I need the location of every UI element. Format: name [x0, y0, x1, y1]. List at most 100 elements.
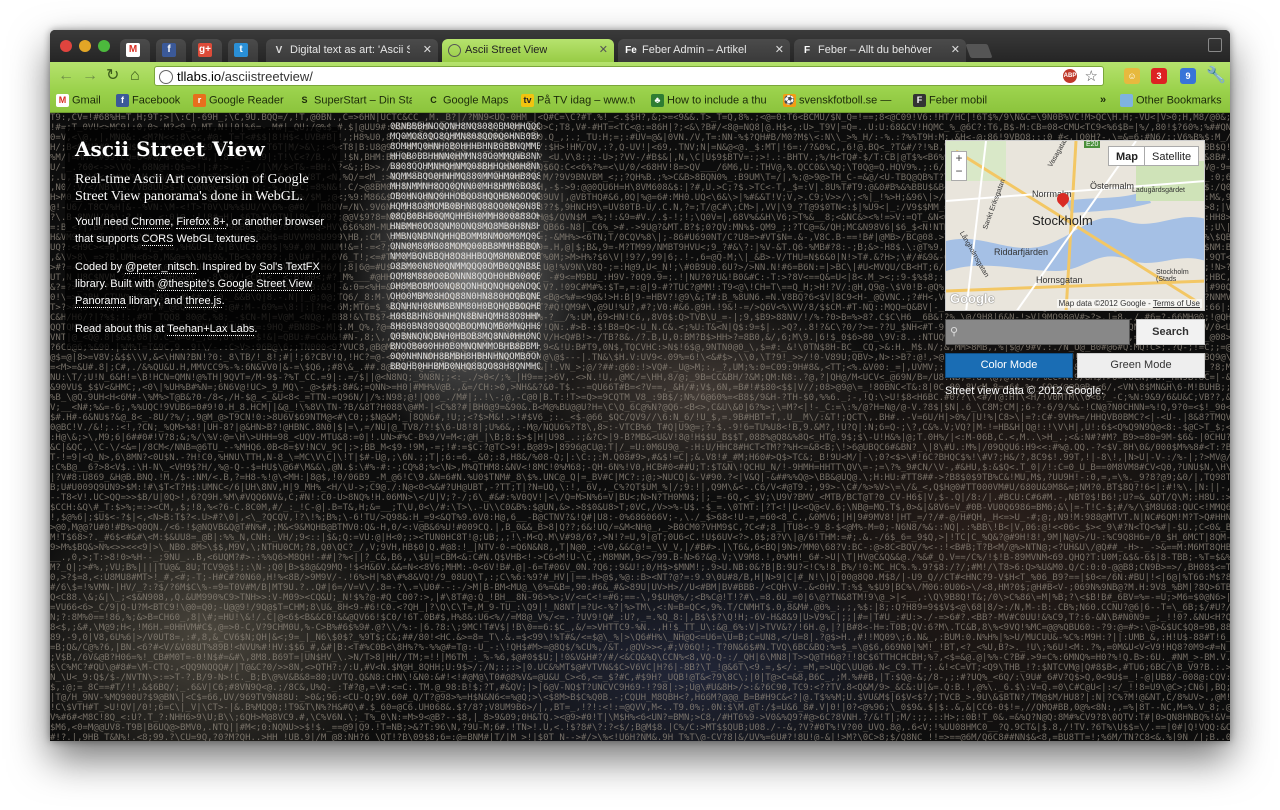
page-subtitle: Real-time Ascii Art conversion of Google…	[75, 172, 309, 204]
location-search[interactable]: ⚲	[945, 319, 1130, 345]
close-window-icon[interactable]	[60, 40, 72, 52]
tab-ascii-street-view[interactable]: Ascii Street View ✕	[442, 39, 614, 62]
map-label: Riddarfjärden	[994, 247, 1049, 257]
map-label: Östermalm	[1090, 181, 1135, 191]
bookmark-how-to-include[interactable]: ♣ How to include a thu	[651, 94, 769, 107]
forward-icon[interactable]: →	[82, 66, 98, 86]
map-type-satellite-button[interactable]: Satellite	[1144, 146, 1200, 166]
gmail-checker-icon[interactable]: 3	[1151, 68, 1167, 84]
star-icon[interactable]: ☆	[1085, 67, 1098, 85]
bookmark-feber-mobil[interactable]: F Feber mobil	[913, 94, 993, 107]
read-about-text: Read about this at Teehan+Lax Labs.	[75, 323, 258, 336]
bookmark-pa-tv-idag[interactable]: tv På TV idag – www.tv	[521, 94, 635, 107]
cors-link[interactable]: CORS	[141, 233, 174, 246]
credits-text: Coded by @peter_nitsch. Inspired by Sol'…	[75, 261, 320, 308]
map-label: Ladugårdsgärdet	[1132, 187, 1185, 194]
bookmark-superstart[interactable]: S SuperStart – Din Star	[298, 94, 412, 107]
extension-icon[interactable]: ☺	[1124, 68, 1140, 84]
football-icon: ⚽	[783, 94, 796, 107]
feber-icon: F	[913, 94, 926, 107]
minimize-window-icon[interactable]	[79, 40, 91, 52]
tab-title: Digital text as art: 'Ascii Stre	[290, 44, 410, 56]
firefox-link[interactable]: Firefox 8+	[176, 216, 226, 229]
street-view-credit: Street view data © 2012 Google.	[945, 385, 1105, 397]
calendar-icon[interactable]: 9	[1180, 68, 1196, 84]
bookmark-svenskfotboll[interactable]: ⚽ svenskfotboll.se —	[783, 94, 899, 107]
mini-map[interactable]: + − Map Satellite Norrmalm Östermalm Ladu…	[945, 140, 1205, 311]
close-icon[interactable]: ✕	[423, 39, 432, 62]
tab-twitter[interactable]: t	[228, 39, 258, 62]
requirements-text: You'll need Chrome, Firefox 8+, or anoth…	[75, 216, 325, 246]
globe-icon	[448, 44, 461, 57]
close-icon[interactable]: ✕	[599, 39, 608, 62]
bookmark-gmail[interactable]: M Gmail	[56, 94, 112, 107]
tab-title: Feber – Allt du behöver	[818, 44, 932, 56]
tree-icon: ♣	[651, 94, 664, 107]
map-type-map-button[interactable]: Map	[1108, 146, 1146, 166]
reload-icon[interactable]: ↻	[106, 66, 119, 86]
bookmark-google-maps[interactable]: C Google Maps	[427, 94, 513, 107]
google-plus-icon: g+	[198, 43, 212, 58]
bookmark-google-reader[interactable]: r Google Reader	[193, 94, 293, 107]
facebook-icon: f	[162, 43, 176, 58]
wrench-icon[interactable]: 🔧	[1206, 66, 1226, 86]
fullscreen-icon[interactable]	[1208, 38, 1222, 52]
browser-window: M f g+ t V Digital text as art: 'Ascii St…	[50, 30, 1230, 741]
page-title: Ascii Street View	[75, 137, 265, 161]
globe-icon	[159, 70, 173, 84]
url-text: tllabs.io/asciistreetview/	[177, 69, 313, 84]
f-icon: F	[803, 44, 811, 56]
author-link[interactable]: @peter_nitsch	[125, 261, 197, 274]
google-logo[interactable]: Google	[950, 291, 995, 306]
search-input[interactable]	[946, 320, 1129, 344]
tab-gmail[interactable]: M	[120, 39, 150, 62]
info-panel: Ascii Street View Real-time Ascii Art co…	[65, 127, 340, 349]
textfx-link[interactable]: Sol's TextFX	[259, 261, 320, 274]
search-button[interactable]: Search	[1136, 319, 1205, 345]
back-icon[interactable]: ←	[58, 66, 74, 86]
map-label: E20	[1084, 141, 1101, 148]
map-label: Hornsgatan	[1036, 275, 1083, 285]
bookmarks-bar: M Gmail f Facebook r Google Reader S SuperSt…	[50, 90, 1230, 113]
labs-link[interactable]: Teehan+Lax Labs	[167, 323, 255, 336]
tv-icon: tv	[521, 94, 534, 107]
terms-of-use-link[interactable]: Terms of Use	[1153, 299, 1200, 308]
facebook-icon: f	[116, 94, 129, 107]
gmail-icon: M	[126, 43, 140, 58]
tab-title: Ascii Street View	[465, 44, 548, 56]
toolbar: ← → ↻ ⌂ tllabs.io/asciistreetview/ ABP ☆…	[50, 62, 1230, 90]
address-bar[interactable]: tllabs.io/asciistreetview/ ABP ☆	[154, 66, 1104, 86]
green-mode-button[interactable]: Green Mode	[1077, 353, 1205, 378]
threejs-link[interactable]: three.js	[185, 295, 222, 308]
street-view-canvas[interactable]: T9:,CV=!#68%H=T,H;9T;>|\:C|-69H_;\C,9U.B…	[50, 113, 1230, 741]
bookmark-facebook[interactable]: f Facebook	[116, 94, 186, 107]
tab-title: Feber Admin – Artikel	[642, 44, 747, 56]
home-icon[interactable]: ⌂	[130, 66, 140, 86]
reader-icon: r	[193, 94, 206, 107]
tab-feber-admin[interactable]: Fe Feber Admin – Artikel ✕	[618, 39, 790, 62]
map-label: Stockholm (Stads	[1156, 269, 1189, 283]
tab-google-plus[interactable]: g+	[192, 39, 222, 62]
maps-icon: C	[430, 95, 437, 105]
other-bookmarks[interactable]: Other Bookmarks	[1120, 94, 1222, 107]
tab-facebook[interactable]: f	[156, 39, 186, 62]
zoom-window-icon[interactable]	[98, 40, 110, 52]
twitter-icon: t	[234, 43, 248, 58]
tab-strip: M f g+ t V Digital text as art: 'Ascii St…	[50, 30, 1230, 62]
ascii-highlight: 0BNBBBHNOQONH8NQ8080BM0HHQQQ MQ0MO80QQ8Q…	[390, 122, 540, 372]
close-icon[interactable]: ✕	[775, 39, 784, 62]
close-icon[interactable]: ✕	[951, 39, 960, 62]
bookmarks-overflow-button[interactable]: »	[1100, 94, 1106, 106]
adblock-icon[interactable]: ABP	[1063, 69, 1077, 83]
chrome-link[interactable]: Chrome	[131, 216, 171, 229]
new-tab-button[interactable]	[965, 44, 993, 58]
map-zoom-control[interactable]: + −	[951, 151, 967, 181]
tab-feber[interactable]: F Feber – Allt du behöver ✕	[794, 39, 966, 62]
folder-icon	[1120, 94, 1133, 107]
map-city-label: Stockholm	[1032, 213, 1093, 228]
s-icon: S	[301, 95, 308, 105]
color-mode-button[interactable]: Color Mode	[945, 353, 1073, 378]
v-icon: V	[275, 44, 283, 56]
tab-digital-text[interactable]: V Digital text as art: 'Ascii Stre ✕	[266, 39, 438, 62]
zoom-out-icon[interactable]: −	[952, 165, 966, 178]
